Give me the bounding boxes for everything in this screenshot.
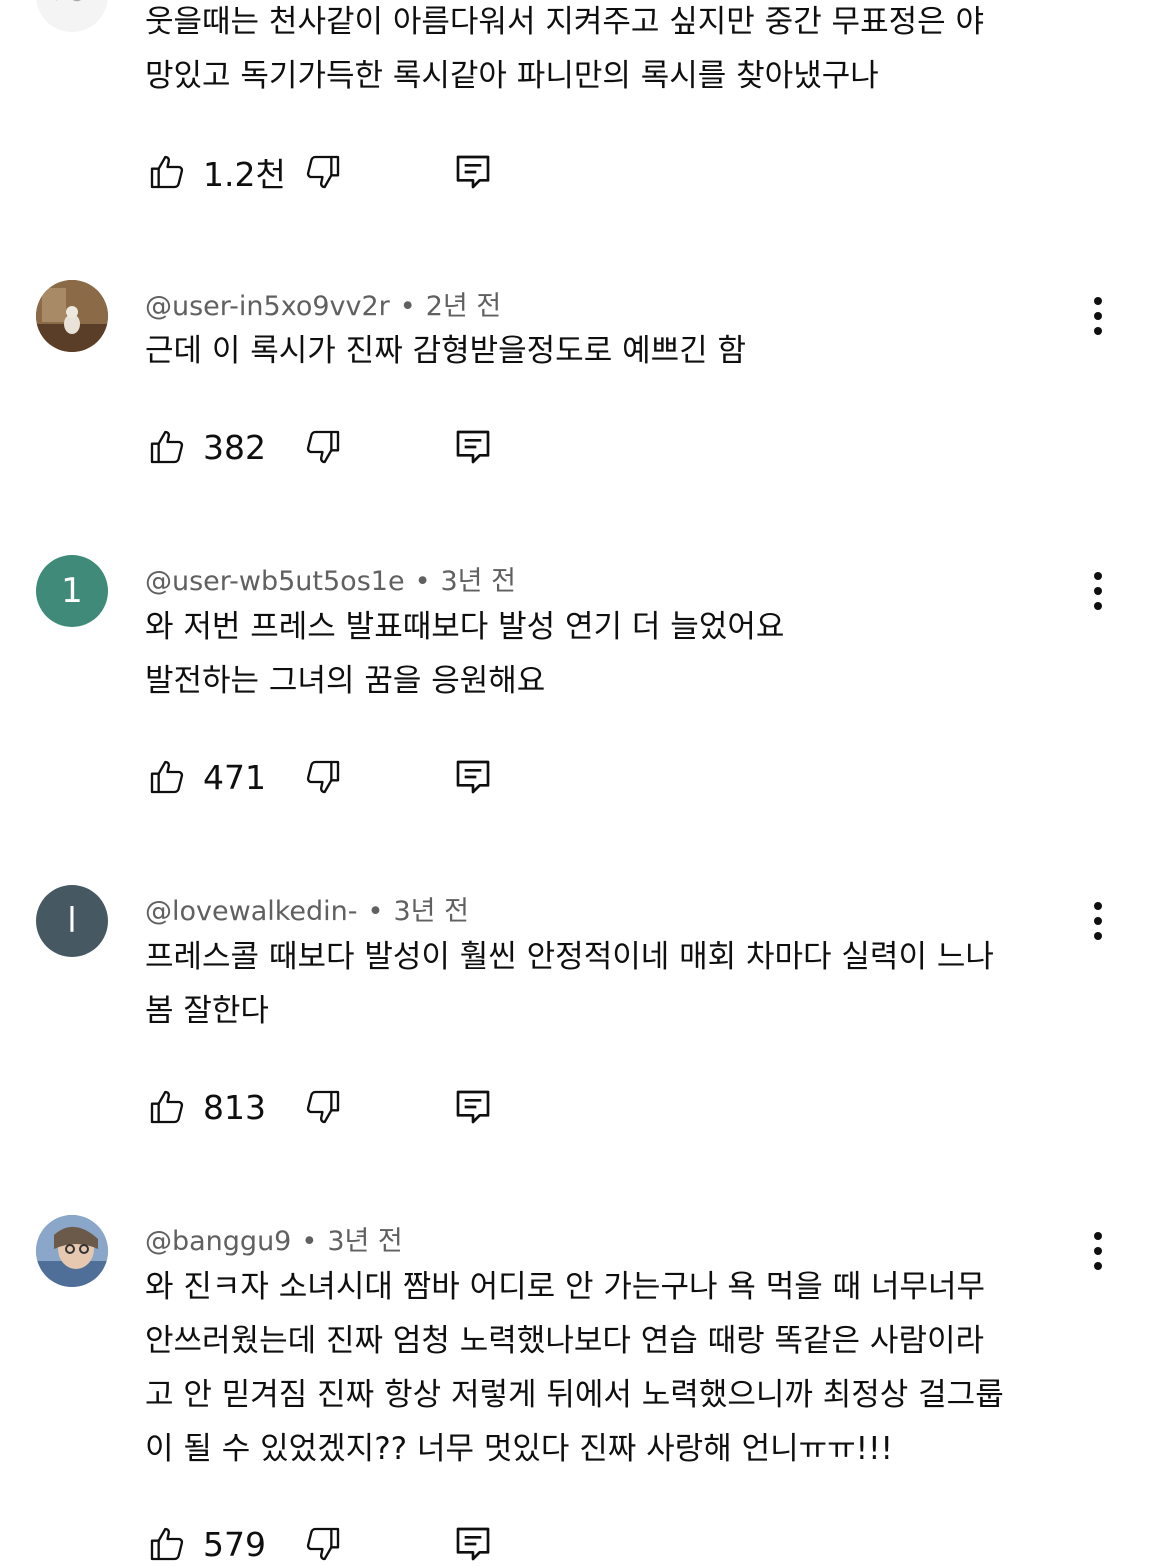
like-icon[interactable] bbox=[145, 1522, 189, 1566]
reply-icon[interactable] bbox=[451, 150, 495, 194]
comment-actions: 1.2천 bbox=[145, 150, 495, 194]
comment-line: 웃을때는 천사같이 아름다워서 지켜주고 싶지만 중간 무표정은 야 bbox=[145, 4, 985, 40]
comment-line: 이 될 수 있었겠지?? 너무 멋있다 진짜 사랑해 언니ㅠㅠ!!! bbox=[145, 1431, 893, 1467]
avatar[interactable] bbox=[36, 0, 108, 32]
comment-line: 고 안 믿겨짐 진짜 항상 저렇게 뒤에서 노력했으니까 최정상 걸그룹 bbox=[145, 1377, 1004, 1413]
like-icon[interactable] bbox=[145, 755, 189, 799]
dislike-icon[interactable] bbox=[301, 755, 345, 799]
comment-actions: 813 bbox=[145, 1085, 495, 1129]
like-icon[interactable] bbox=[145, 425, 189, 469]
comment-actions: 471 bbox=[145, 755, 495, 799]
comment-line: 망있고 독기가득한 록시같아 파니만의 록시를 찾아냈구나 bbox=[145, 58, 879, 94]
comment-line: 봄 잘한다 bbox=[145, 993, 269, 1029]
comment-line: 프레스콜 때보다 발성이 훨씬 안정적이네 매회 차마다 실력이 느나 bbox=[145, 939, 994, 975]
separator: • bbox=[399, 291, 416, 322]
comment-meta: @lovewalkedin- • 3년 전 bbox=[145, 889, 469, 928]
author-name[interactable]: @lovewalkedin- bbox=[145, 896, 358, 927]
person-photo-icon bbox=[36, 1215, 108, 1287]
more-options-icon[interactable] bbox=[1082, 569, 1114, 613]
timestamp: 2년 전 bbox=[425, 291, 502, 322]
separator: • bbox=[301, 1226, 318, 1257]
cat-photo-icon bbox=[36, 280, 108, 352]
more-options-icon[interactable] bbox=[1082, 1229, 1114, 1273]
avatar[interactable] bbox=[36, 280, 108, 352]
dislike-icon[interactable] bbox=[301, 1522, 345, 1566]
comment-meta: @banggu9 • 3년 전 bbox=[145, 1219, 403, 1258]
author-name[interactable]: @user-wb5ut5os1e bbox=[145, 566, 405, 597]
comment-line: 안쓰러웠는데 진짜 엄청 노력했나보다 연습 때랑 똑같은 사람이라 bbox=[145, 1323, 985, 1359]
comment-actions: 382 bbox=[145, 425, 495, 469]
reply-icon[interactable] bbox=[451, 1085, 495, 1129]
like-count: 813 bbox=[203, 1087, 266, 1127]
avatar-letter: l bbox=[67, 901, 77, 941]
dislike-icon[interactable] bbox=[301, 150, 345, 194]
comment-line: 발전하는 그녀의 꿈을 응원해요 bbox=[145, 663, 546, 699]
timestamp: 3년 전 bbox=[327, 1226, 403, 1257]
comment-meta: @user-wb5ut5os1e • 3년 전 bbox=[145, 559, 516, 598]
separator: • bbox=[414, 566, 431, 597]
avatar-letter: 1 bbox=[61, 571, 83, 611]
comment-line: 와 저번 프레스 발표때보다 발성 연기 더 늘었어요 bbox=[145, 609, 785, 645]
like-icon[interactable] bbox=[145, 1085, 189, 1129]
like-count: 1.2천 bbox=[203, 155, 286, 194]
comment-actions: 579 bbox=[145, 1522, 495, 1566]
reply-icon[interactable] bbox=[451, 755, 495, 799]
comment-line: 근데 이 록시가 진짜 감형받을정도로 예쁘긴 함 bbox=[145, 333, 747, 369]
comment-text: 프레스콜 때보다 발성이 훨씬 안정적이네 매회 차마다 실력이 느나 봄 잘한… bbox=[145, 930, 1085, 1038]
like-icon[interactable] bbox=[145, 150, 189, 194]
separator: • bbox=[367, 896, 384, 927]
comment-text: 와 진ㅋ자 소녀시대 짬바 어디로 안 가는구나 욕 먹을 때 너무너무 안쓰러… bbox=[145, 1260, 1085, 1476]
like-count: 471 bbox=[203, 757, 266, 797]
like-count: 382 bbox=[203, 427, 266, 467]
avatar[interactable]: 1 bbox=[36, 555, 108, 627]
timestamp: 3년 전 bbox=[440, 566, 516, 597]
comment-text: 웃을때는 천사같이 아름다워서 지켜주고 싶지만 중간 무표정은 야 망있고 독… bbox=[145, 0, 1085, 103]
timestamp: 3년 전 bbox=[393, 896, 469, 927]
reply-icon[interactable] bbox=[451, 425, 495, 469]
reply-icon[interactable] bbox=[451, 1522, 495, 1566]
comment-line: 와 진ㅋ자 소녀시대 짬바 어디로 안 가는구나 욕 먹을 때 너무너무 bbox=[145, 1269, 986, 1305]
dislike-icon[interactable] bbox=[301, 425, 345, 469]
comment-text: 와 저번 프레스 발표때보다 발성 연기 더 늘었어요 발전하는 그녀의 꿈을 … bbox=[145, 600, 1085, 708]
author-name[interactable]: @user-in5xo9vv2r bbox=[145, 291, 390, 322]
avatar[interactable]: l bbox=[36, 885, 108, 957]
dislike-icon[interactable] bbox=[301, 1085, 345, 1129]
more-options-icon[interactable] bbox=[1082, 294, 1114, 338]
like-count: 579 bbox=[203, 1524, 266, 1564]
author-name[interactable]: @banggu9 bbox=[145, 1226, 291, 1257]
comment-text: 근데 이 록시가 진짜 감형받을정도로 예쁘긴 함 bbox=[145, 324, 1085, 378]
more-options-icon[interactable] bbox=[1082, 899, 1114, 943]
avatar-sketch-icon bbox=[56, 0, 81, 2]
comment-meta: @user-in5xo9vv2r • 2년 전 bbox=[145, 284, 501, 323]
avatar[interactable] bbox=[36, 1215, 108, 1287]
